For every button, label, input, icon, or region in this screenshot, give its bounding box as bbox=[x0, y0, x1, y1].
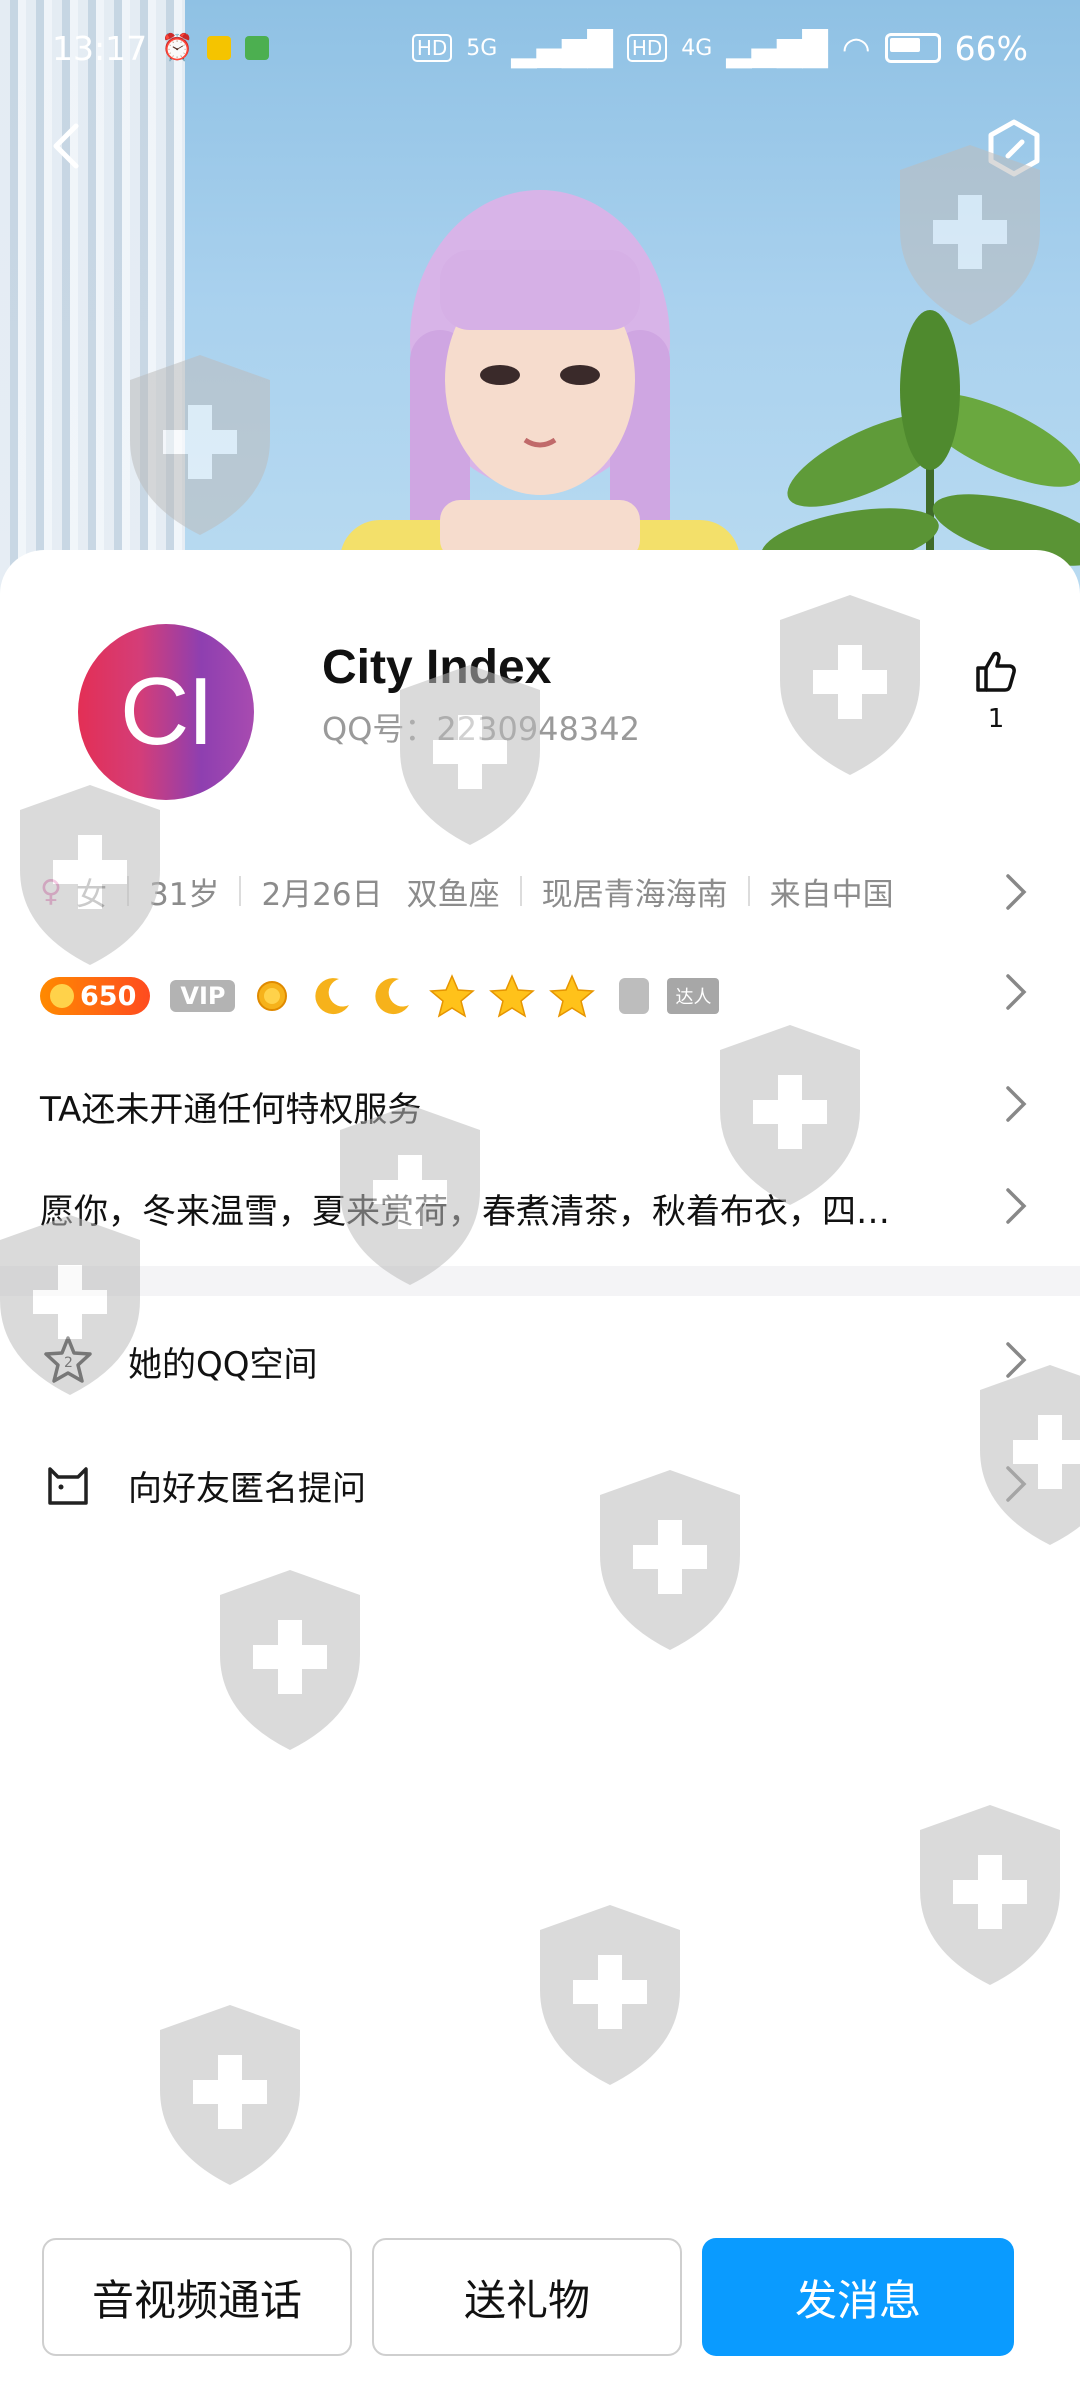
daren-badge: 达人 bbox=[667, 978, 720, 1014]
wifi-icon: ◠ bbox=[841, 28, 871, 68]
like-button[interactable]: 1 bbox=[966, 648, 1026, 734]
moon-icon bbox=[375, 978, 410, 1015]
list-item-anonymous-question[interactable]: 向好友匿名提问 bbox=[0, 1440, 1080, 1530]
chevron-right-icon[interactable] bbox=[1004, 972, 1028, 1012]
divider bbox=[519, 876, 522, 906]
vip-badge: VIP bbox=[170, 980, 236, 1012]
moon-icon bbox=[315, 978, 350, 1015]
divider bbox=[239, 876, 242, 906]
zodiac: 双鱼座 bbox=[406, 876, 500, 913]
female-icon: ♀ bbox=[40, 873, 62, 909]
chevron-right-icon[interactable] bbox=[1004, 1186, 1028, 1226]
battery-icon bbox=[884, 33, 941, 63]
star-outline-icon: 2 bbox=[44, 1336, 92, 1383]
coin-icon bbox=[50, 984, 74, 1008]
privilege-text[interactable]: TA还未开通任何特权服务 bbox=[40, 1082, 421, 1131]
chevron-right-icon[interactable] bbox=[1004, 872, 1028, 912]
basic-info-row[interactable]: ♀ 女 31岁 2月26日 双鱼座 现居青海海南 来自中国 bbox=[40, 866, 1050, 916]
star-icon bbox=[549, 974, 596, 1018]
hd-icon: HD bbox=[411, 34, 453, 62]
chevron-right-icon[interactable] bbox=[1004, 1464, 1028, 1504]
avatar-character-illustration bbox=[340, 190, 740, 600]
badges-row[interactable]: 650 VIP 达人 bbox=[40, 966, 1040, 1026]
anonymous-label: 向好友匿名提问 bbox=[128, 1468, 366, 1509]
divider bbox=[126, 876, 129, 906]
profile-banner: 13:17 ⏰ HD 5G ▂▄▆█ HD 4G ▂▄▆█ ◠ 66% bbox=[0, 0, 1080, 600]
divider bbox=[747, 876, 750, 906]
qzone-label: 她的QQ空间 bbox=[128, 1344, 318, 1385]
network-4g: 4G bbox=[681, 35, 713, 61]
qq-number: QQ号：2230948342 bbox=[322, 710, 640, 748]
like-count: 1 bbox=[987, 704, 1005, 734]
network-5g: 5G bbox=[466, 35, 498, 61]
app-notification-icon-2 bbox=[245, 36, 270, 60]
app-notification-icon bbox=[207, 36, 232, 60]
send-message-button[interactable]: 发消息 bbox=[702, 2238, 1014, 2356]
section-divider bbox=[0, 1266, 1080, 1296]
signal-icon: ▂▄▆█ bbox=[511, 28, 613, 68]
list-item-qzone[interactable]: 2 她的QQ空间 bbox=[0, 1316, 1080, 1406]
signature-text[interactable]: 愿你，冬来温雪，夏来赏荷，春煮清茶，秋着布衣，四… bbox=[40, 1184, 890, 1233]
send-gift-button[interactable]: 送礼物 bbox=[372, 2238, 682, 2356]
chevron-right-icon[interactable] bbox=[1004, 1340, 1028, 1380]
location: 现居青海海南 bbox=[541, 876, 728, 913]
alarm-icon: ⏰ bbox=[161, 33, 194, 63]
back-icon[interactable] bbox=[40, 118, 96, 174]
signal-icon-2: ▂▄▆█ bbox=[726, 28, 828, 68]
coin-count: 650 bbox=[80, 980, 137, 1012]
hd-icon-2: HD bbox=[626, 34, 668, 62]
birthday: 2月26日 bbox=[261, 876, 383, 913]
wings-icon bbox=[619, 978, 650, 1014]
coin-badge: 650 bbox=[40, 977, 151, 1015]
svg-text:2: 2 bbox=[64, 1355, 73, 1371]
more-hexagon-icon[interactable] bbox=[984, 118, 1044, 178]
gender: 女 bbox=[75, 876, 107, 913]
star-icon bbox=[429, 974, 476, 1018]
cat-box-icon bbox=[48, 1467, 88, 1505]
chevron-right-icon[interactable] bbox=[1004, 1084, 1028, 1124]
age: 31岁 bbox=[148, 876, 220, 913]
thumbs-up-icon bbox=[976, 651, 1016, 692]
status-time: 13:17 bbox=[52, 28, 148, 68]
avatar-logo-text: CI bbox=[120, 658, 214, 765]
status-bar: 13:17 ⏰ HD 5G ▂▄▆█ HD 4G ▂▄▆█ ◠ 66% bbox=[0, 0, 1080, 96]
origin: 来自中国 bbox=[769, 876, 894, 913]
battery-level: 66% bbox=[954, 28, 1028, 68]
star-icon bbox=[489, 974, 536, 1018]
sun-icon bbox=[257, 981, 288, 1011]
avatar[interactable]: CI bbox=[78, 624, 254, 800]
profile-name: City Index bbox=[322, 641, 552, 694]
video-call-button[interactable]: 音视频通话 bbox=[42, 2238, 352, 2356]
